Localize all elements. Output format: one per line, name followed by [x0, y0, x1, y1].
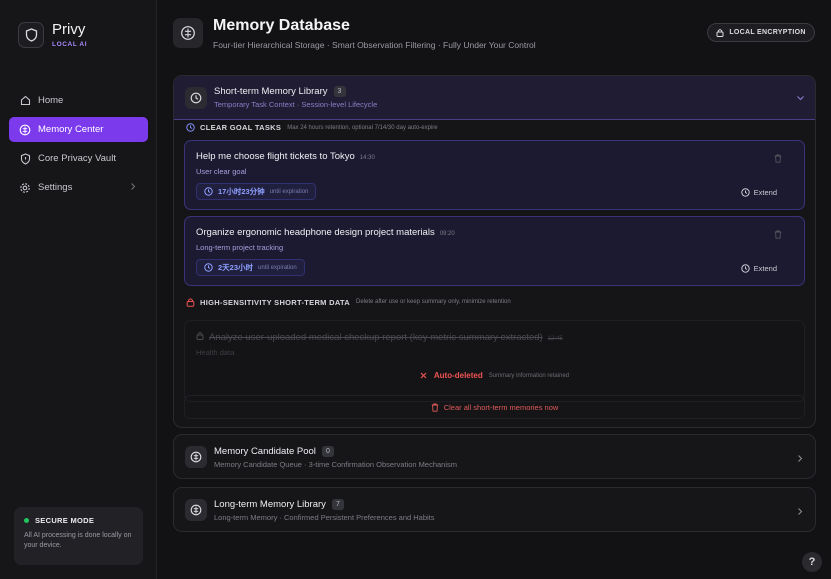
extend-button[interactable]: Extend [740, 264, 777, 273]
sensitive-item-card: Analyze user-uploaded medical checkup re… [184, 320, 805, 402]
clock-icon [204, 187, 213, 196]
shield-logo-icon [18, 22, 44, 48]
time-remaining-suffix: until expiration [258, 264, 297, 271]
short-term-count-badge: 3 [333, 86, 346, 97]
trash-icon[interactable] [774, 230, 782, 239]
trash-icon[interactable] [774, 154, 782, 163]
brain-icon [185, 499, 207, 521]
local-encryption-badge: LOCAL ENCRYPTION [707, 23, 815, 42]
brain-icon [185, 446, 207, 468]
shield-icon [19, 152, 31, 165]
time-remaining: 2天23小时 [218, 263, 254, 272]
sensitive-item-time: 12:45 [547, 336, 563, 342]
sidebar-item-settings[interactable]: Settings [9, 175, 148, 200]
page-title: Memory Database [213, 17, 350, 34]
extend-label: Extend [753, 188, 777, 197]
clock-icon [185, 87, 207, 109]
sidebar-item-home[interactable]: Home [9, 88, 148, 113]
home-icon [19, 95, 31, 107]
brand[interactable]: Privy LOCAL AI [18, 22, 87, 48]
long-term-memory-panel[interactable]: Long-term Memory Library 7 Long-term Mem… [173, 487, 816, 532]
auto-deleted-status: Auto-deleted Summary information retaine… [185, 371, 804, 380]
help-button[interactable]: ? [802, 552, 822, 572]
candidate-pool-title: Memory Candidate Pool [214, 446, 316, 457]
extend-button[interactable]: Extend [740, 188, 777, 197]
chevron-right-icon [798, 455, 803, 462]
lock-icon [716, 29, 724, 37]
secure-mode-card: SECURE MODE All AI processing is done lo… [14, 507, 143, 565]
lock-icon [186, 298, 195, 307]
short-term-title: Short-term Memory Library [214, 86, 328, 97]
sidebar-item-privacy-vault[interactable]: Core Privacy Vault [9, 146, 148, 171]
close-icon [420, 372, 427, 379]
clock-icon [740, 264, 750, 273]
time-remaining: 17小时23分钟 [218, 187, 265, 196]
task-card[interactable]: Organize ergonomic headphone design proj… [184, 216, 805, 286]
clear-all-short-term-button[interactable]: Clear all short-term memories now [184, 395, 805, 419]
task-time: 09:20 [439, 231, 455, 237]
gear-icon [19, 182, 31, 194]
local-encryption-label: LOCAL ENCRYPTION [729, 29, 806, 36]
chevron-right-icon [130, 182, 136, 194]
brand-subtitle: LOCAL AI [52, 41, 88, 48]
time-remaining-suffix: until expiration [269, 188, 309, 195]
short-term-memory-panel: Short-term Memory Library 3 Temporary Ta… [173, 75, 816, 428]
clock-icon [204, 263, 213, 272]
extend-label: Extend [753, 264, 777, 273]
clock-icon [186, 123, 195, 132]
brain-icon [173, 18, 203, 48]
short-term-memory-header[interactable]: Short-term Memory Library 3 Temporary Ta… [174, 76, 815, 120]
group-hint: Max 24 hours retention, optional 7/14/30… [287, 124, 438, 131]
chevron-down-icon[interactable] [796, 95, 805, 101]
sidebar-item-memory-center[interactable]: Memory Center [9, 117, 148, 142]
clear-all-label: Clear all short-term memories now [443, 402, 559, 412]
brain-icon [19, 124, 31, 136]
sensitive-item-subtitle: Health data [196, 348, 235, 357]
secure-mode-title: SECURE MODE [35, 516, 95, 525]
task-card[interactable]: Help me choose flight tickets to Tokyo 1… [184, 140, 805, 210]
long-term-title: Long-term Memory Library [214, 499, 326, 510]
trash-icon [431, 403, 438, 412]
status-note: Summary information retained [488, 372, 570, 379]
status-dot-icon [24, 518, 29, 523]
sensitive-item-title: Analyze user-uploaded medical checkup re… [209, 332, 543, 343]
sidebar-item-label: Home [38, 95, 64, 106]
group-hint: Delete after use or keep summary only, m… [356, 299, 511, 305]
task-title: Help me choose flight tickets to Tokyo [196, 151, 355, 162]
sidebar-item-label: Core Privacy Vault [38, 153, 116, 164]
candidate-pool-count-badge: 0 [321, 446, 334, 457]
long-term-subtitle: Long-term Memory · Confirmed Persistent … [214, 513, 435, 522]
sidebar-item-label: Memory Center [38, 124, 104, 135]
task-time: 14:30 [359, 155, 375, 161]
expiration-timer: 17小时23分钟 until expiration [196, 183, 317, 200]
chevron-right-icon [798, 508, 803, 515]
secure-mode-text: All AI processing is done locally on you… [24, 532, 132, 549]
sidebar-nav: Home Memory Center Core Privacy Vault Se… [9, 88, 148, 204]
group-label: HIGH-SENSITIVITY SHORT-TERM DATA [200, 297, 351, 307]
sidebar-item-label: Settings [38, 182, 73, 193]
task-subtitle: User clear goal [196, 167, 247, 176]
status-label: Auto-deleted [433, 371, 483, 380]
page-subtitle: Four-tier Hierarchical Storage · Smart O… [213, 40, 536, 50]
lock-icon [196, 332, 204, 340]
memory-candidate-pool-panel[interactable]: Memory Candidate Pool 0 Memory Candidate… [173, 434, 816, 479]
sidebar: Privy LOCAL AI Home Memory Center Core P… [0, 0, 157, 579]
short-term-subtitle: Temporary Task Context · Session-level L… [214, 100, 378, 109]
group-label: CLEAR GOAL TASKS [200, 123, 282, 132]
long-term-count-badge: 7 [331, 499, 344, 510]
clock-icon [740, 188, 750, 197]
brand-name: Privy [52, 21, 86, 38]
clear-goal-tasks-heading: CLEAR GOAL TASKS Max 24 hours retention,… [186, 123, 438, 132]
task-subtitle: Long-term project tracking [196, 243, 284, 252]
expiration-timer: 2天23小时 until expiration [196, 259, 305, 276]
candidate-pool-subtitle: Memory Candidate Queue · 3-time Confirma… [214, 460, 458, 469]
high-sensitivity-heading: HIGH-SENSITIVITY SHORT-TERM DATA Delete … [186, 297, 511, 307]
task-title: Organize ergonomic headphone design proj… [196, 227, 435, 238]
